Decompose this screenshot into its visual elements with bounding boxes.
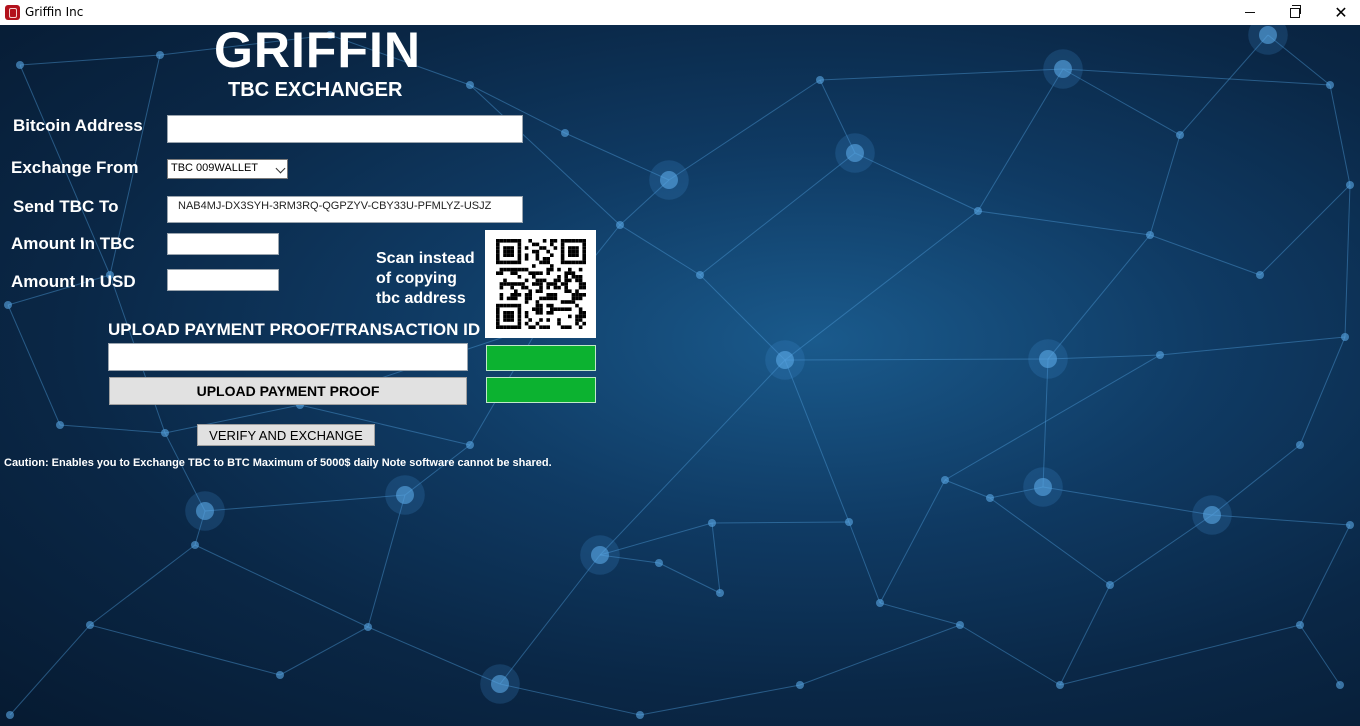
window-titlebar: Griffin Inc ✕ (0, 0, 1360, 25)
qr-code-panel (485, 230, 596, 338)
window-title: Griffin Inc (25, 5, 84, 19)
send-tbc-to-field[interactable]: NAB4MJ-DX3SYH-3RM3RQ-QGPZYV-CBY33U-PFMLY… (167, 196, 523, 223)
bitcoin-address-label: Bitcoin Address (13, 116, 143, 135)
amount-usd-label: Amount In USD (11, 272, 136, 291)
close-button[interactable]: ✕ (1318, 0, 1360, 25)
griffin-app-icon (5, 5, 20, 20)
qr-code-icon (496, 239, 586, 329)
bitcoin-address-input[interactable] (167, 115, 523, 143)
upload-payment-proof-button[interactable]: UPLOAD PAYMENT PROOF (109, 377, 467, 405)
restore-button[interactable] (1272, 0, 1318, 25)
amount-usd-input[interactable] (167, 269, 279, 291)
app-subtitle: TBC EXCHANGER (228, 79, 403, 101)
caution-note: Caution: Enables you to Exchange TBC to … (4, 457, 552, 469)
qr-instruction-line-1: Scan instead (376, 250, 475, 267)
transaction-status-indicator (486, 345, 596, 371)
restore-icon (1290, 4, 1301, 18)
exchange-from-value: TBC 009WALLET (171, 162, 259, 174)
main-panel: GRIFFIN TBC EXCHANGER Bitcoin Address Ex… (0, 25, 1360, 726)
verify-and-exchange-button[interactable]: VERIFY AND EXCHANGE (197, 424, 375, 446)
close-icon: ✕ (1334, 2, 1348, 22)
exchange-from-label: Exchange From (11, 158, 139, 177)
amount-tbc-label: Amount In TBC (11, 234, 135, 253)
qr-instruction: Scan instead of copying tbc address (376, 249, 475, 309)
chevron-down-icon (275, 163, 286, 174)
minimize-button[interactable] (1227, 0, 1273, 25)
qr-instruction-line-3: tbc address (376, 290, 466, 307)
amount-tbc-input[interactable] (167, 233, 279, 255)
qr-instruction-line-2: of copying (376, 270, 457, 287)
upload-status-indicator (486, 377, 596, 403)
minimize-icon (1245, 12, 1255, 13)
app-title: GRIFFIN (214, 25, 421, 78)
exchange-from-select[interactable]: TBC 009WALLET (167, 159, 288, 179)
transaction-id-input[interactable] (108, 343, 468, 371)
upload-heading: UPLOAD PAYMENT PROOF/TRANSACTION ID (108, 320, 481, 339)
send-tbc-to-label: Send TBC To (13, 197, 119, 216)
